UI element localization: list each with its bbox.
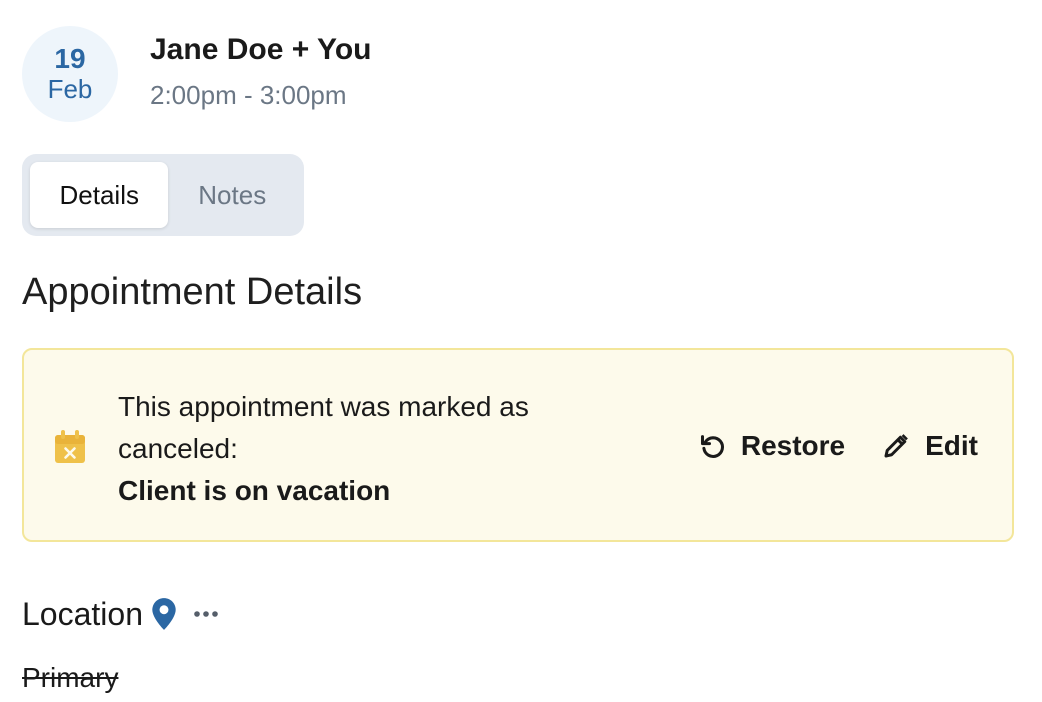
restore-label: Restore — [740, 430, 846, 461]
alert-message-block: This appointment was marked as canceled:… — [118, 386, 588, 512]
tab-bar: Details Notes — [22, 154, 304, 236]
location-row: Location — [22, 594, 219, 634]
tab-notes[interactable]: Notes — [168, 162, 296, 228]
appointment-time: 2:00pm - 3:00pm — [150, 80, 347, 110]
cancellation-alert: This appointment was marked as canceled:… — [22, 348, 1014, 542]
date-badge: 19 Feb — [22, 26, 118, 122]
section-heading: Appointment Details — [22, 271, 363, 313]
appointment-title: Jane Doe + You — [150, 33, 372, 66]
edit-button[interactable]: Edit — [881, 426, 978, 466]
map-pin-icon — [151, 597, 177, 631]
pencil-icon — [884, 434, 908, 458]
calendar-x-icon — [54, 430, 86, 464]
alert-message: This appointment was marked as canceled: — [118, 391, 529, 464]
edit-label: Edit — [925, 430, 978, 461]
alert-actions: Restore Edit — [699, 426, 978, 466]
restore-button[interactable]: Restore — [699, 426, 845, 466]
date-month: Feb — [47, 74, 93, 104]
more-options-icon[interactable] — [193, 609, 219, 619]
location-label: Location — [22, 596, 143, 632]
tab-details[interactable]: Details — [30, 162, 169, 228]
date-day: 19 — [54, 43, 86, 74]
header-text: Jane Doe + You 2:00pm - 3:00pm — [150, 26, 371, 110]
location-value: Primary — [22, 662, 119, 693]
appointment-header: 19 Feb Jane Doe + You 2:00pm - 3:00pm — [22, 26, 371, 122]
cancel-reason: Client is on vacation — [118, 475, 391, 506]
restore-icon — [700, 435, 724, 458]
